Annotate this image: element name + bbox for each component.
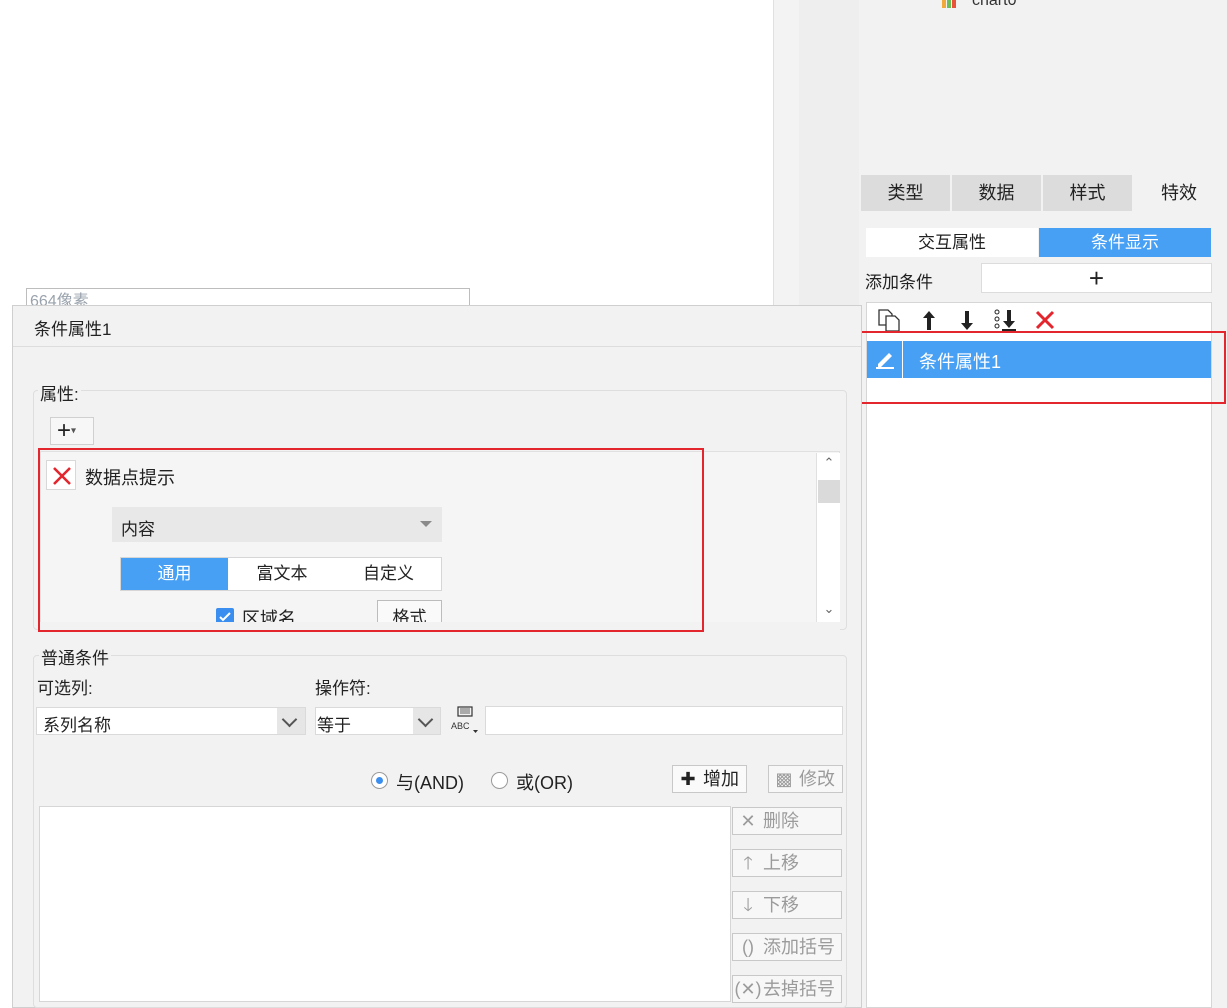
chevron-down-icon[interactable] bbox=[413, 708, 440, 734]
move-down-label: 下移 bbox=[763, 895, 799, 915]
move-down-icon[interactable] bbox=[954, 308, 980, 332]
tab-general[interactable]: 通用 bbox=[121, 558, 228, 590]
plus-icon: + bbox=[57, 417, 72, 444]
remove-bracket-button[interactable]: (✕)去掉括号 bbox=[732, 975, 842, 1003]
add-property-button[interactable]: +▾ bbox=[50, 417, 94, 445]
condition-list-panel bbox=[866, 302, 1212, 1008]
scroll-thumb[interactable] bbox=[818, 480, 840, 503]
chevron-down-icon[interactable] bbox=[277, 708, 305, 734]
chevron-down-icon bbox=[420, 521, 432, 527]
dialog-title-divider bbox=[13, 346, 861, 347]
puzzle-icon: ▩ bbox=[775, 769, 793, 789]
delete-icon[interactable] bbox=[1032, 308, 1058, 332]
move-bottom-icon[interactable] bbox=[993, 308, 1019, 332]
dialog-title: 条件属性1 bbox=[34, 320, 112, 339]
delete-button[interactable]: ✕ 删除 bbox=[732, 807, 842, 835]
add-button[interactable]: ✚ 增加 bbox=[672, 765, 747, 793]
dropdown-arrow-icon: ▾ bbox=[71, 425, 77, 437]
modify-button[interactable]: ▩ 修改 bbox=[768, 765, 843, 793]
and-label: 与(AND) bbox=[396, 773, 464, 793]
condition-value-field[interactable] bbox=[486, 707, 842, 734]
tab-rich-text[interactable]: 富文本 bbox=[229, 558, 335, 590]
content-select[interactable] bbox=[112, 507, 442, 542]
tab-style[interactable]: 样式 bbox=[1043, 175, 1132, 211]
tab-data[interactable]: 数据 bbox=[952, 175, 1041, 211]
add-bracket-label: 添加括号 bbox=[763, 937, 835, 957]
scroll-down-icon[interactable]: ⌄ bbox=[818, 601, 840, 619]
condition-item-icon-box bbox=[867, 341, 903, 378]
property-list-clip bbox=[40, 622, 840, 631]
chart-name[interactable]: chart0 bbox=[972, 0, 1016, 10]
chart-icon bbox=[942, 0, 956, 8]
condition-item[interactable]: 条件属性1 bbox=[867, 341, 1211, 378]
property-name: 数据点提示 bbox=[85, 468, 175, 488]
condition-value-input[interactable] bbox=[485, 706, 843, 735]
move-up-icon[interactable] bbox=[916, 308, 942, 332]
plus-icon: ✚ bbox=[680, 769, 696, 789]
or-radio[interactable] bbox=[491, 772, 508, 789]
condition-expression-list[interactable] bbox=[39, 806, 731, 1002]
content-select-value: 内容 bbox=[121, 520, 155, 539]
operator-select-value: 等于 bbox=[317, 716, 351, 735]
operator-label: 操作符: bbox=[315, 679, 371, 698]
bracket-icon: () bbox=[742, 937, 754, 957]
add-condition-label: 添加条件 bbox=[865, 273, 933, 292]
or-label: 或(OR) bbox=[516, 773, 573, 793]
column-select-value: 系列名称 bbox=[43, 716, 111, 735]
svg-text:ABC: ABC bbox=[451, 721, 470, 731]
remove-bracket-label: 去掉括号 bbox=[763, 979, 835, 999]
tab-type[interactable]: 类型 bbox=[861, 175, 950, 211]
columns-label: 可选列: bbox=[37, 679, 93, 698]
move-down-button[interactable]: 🡓 下移 bbox=[732, 891, 842, 919]
property-list-scrollbar[interactable] bbox=[816, 453, 840, 622]
modify-button-label: 修改 bbox=[799, 769, 835, 789]
formula-abc-icon[interactable]: ABC bbox=[449, 705, 481, 735]
condition-group-title: 普通条件 bbox=[39, 644, 111, 669]
size-ruler bbox=[26, 288, 470, 306]
remove-bracket-icon: (✕) bbox=[734, 979, 762, 999]
delete-property-button[interactable] bbox=[46, 460, 76, 490]
copy-icon[interactable] bbox=[876, 308, 902, 332]
arrow-up-icon: 🡑 bbox=[743, 853, 753, 873]
move-up-label: 上移 bbox=[763, 853, 799, 873]
properties-group-title: 属性: bbox=[38, 380, 81, 405]
condition-item-label: 条件属性1 bbox=[919, 352, 1002, 372]
panel-gutter bbox=[799, 0, 859, 305]
chart-canvas bbox=[0, 0, 773, 305]
pencil-icon bbox=[876, 353, 894, 369]
scroll-up-icon[interactable]: ⌃ bbox=[818, 455, 840, 473]
vertical-scroll-strip[interactable] bbox=[773, 0, 799, 305]
add-condition-button[interactable]: + bbox=[981, 263, 1212, 293]
add-bracket-button[interactable]: () 添加括号 bbox=[732, 933, 842, 961]
and-radio[interactable] bbox=[371, 772, 388, 789]
move-up-button[interactable]: 🡑 上移 bbox=[732, 849, 842, 877]
add-button-label: 增加 bbox=[703, 769, 739, 789]
tab-custom[interactable]: 自定义 bbox=[336, 558, 441, 590]
subtab-conditional-display[interactable]: 条件显示 bbox=[1039, 228, 1211, 257]
subtab-interaction[interactable]: 交互属性 bbox=[866, 228, 1038, 257]
close-icon bbox=[53, 467, 71, 485]
close-icon: ✕ bbox=[740, 811, 756, 831]
delete-button-label: 删除 bbox=[763, 811, 799, 831]
arrow-down-icon: 🡓 bbox=[743, 895, 753, 915]
tab-effects[interactable]: 特效 bbox=[1134, 175, 1224, 211]
